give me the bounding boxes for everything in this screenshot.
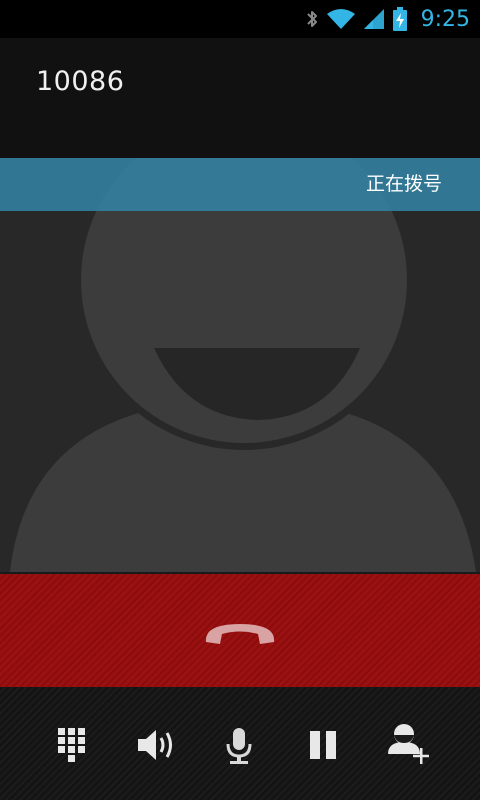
microphone-icon [224,726,254,768]
status-time: 9:25 [420,6,470,32]
caller-number: 10086 [36,66,125,97]
hold-button[interactable] [293,717,353,777]
caller-header: 10086 [0,38,480,158]
in-call-toolbar [0,687,480,800]
dialpad-button[interactable] [42,717,102,777]
speaker-icon [136,727,176,767]
call-state-label: 正在拨号 [365,173,442,195]
signal-icon [363,8,385,30]
end-call-button[interactable] [0,572,480,689]
battery-charging-icon [392,7,407,31]
status-icons: 9:25 [305,0,470,38]
mute-button[interactable] [209,717,269,777]
speaker-button[interactable] [126,717,186,777]
bluetooth-icon [305,7,319,31]
status-bar: 9:25 [0,0,480,38]
end-call-icon [202,614,278,654]
add-person-icon [388,724,432,770]
wifi-icon [326,8,355,30]
pause-icon [308,730,338,764]
add-call-button[interactable] [380,717,440,777]
dialpad-icon [56,726,88,768]
call-state-banner: 正在拨号 [0,158,480,211]
in-call-screen: 9:25 10086 正在拨号 [0,0,480,800]
